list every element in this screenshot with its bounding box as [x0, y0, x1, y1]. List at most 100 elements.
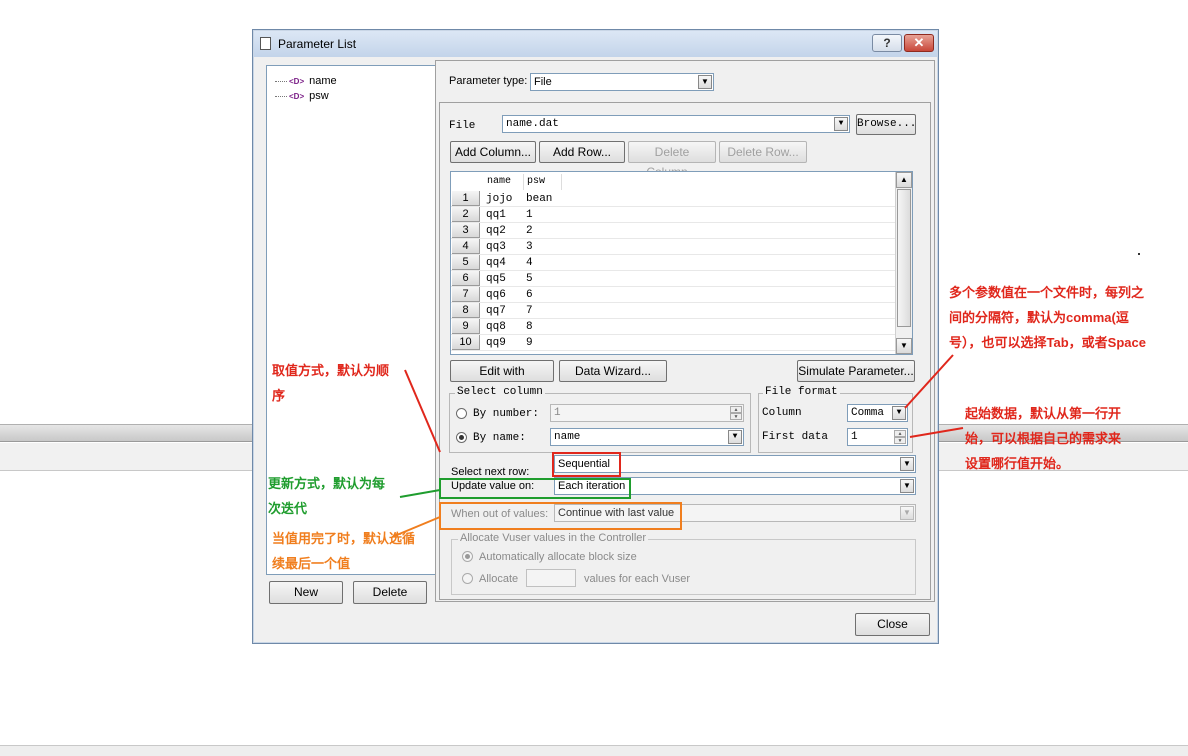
scroll-down-icon[interactable]: ▼ [896, 338, 912, 354]
by-number-value: 1 [554, 407, 561, 419]
cell-name[interactable]: qq3 [486, 239, 506, 255]
title-bar[interactable]: Parameter List ? ✕ [254, 31, 937, 57]
table-row[interactable]: 3 qq2 2 [451, 223, 895, 239]
simulate-parameter-button[interactable]: Simulate Parameter... [797, 360, 915, 382]
document-icon [260, 37, 271, 50]
parameter-icon: <D> [289, 76, 305, 86]
parameter-type-value: File [534, 76, 552, 88]
first-data-spinner[interactable]: 1 ▲ ▼ [847, 428, 908, 446]
spin-down-icon[interactable]: ▼ [894, 437, 906, 444]
chevron-down-icon[interactable]: ▼ [900, 457, 914, 471]
scroll-thumb[interactable] [897, 189, 911, 327]
chevron-down-icon[interactable]: ▼ [900, 479, 914, 493]
spin-up-icon[interactable]: ▲ [894, 430, 906, 437]
cell-psw[interactable]: 7 [526, 303, 533, 319]
cell-psw[interactable]: 9 [526, 335, 533, 351]
by-name-value: name [554, 431, 581, 443]
cell-name[interactable]: qq5 [486, 271, 506, 287]
add-row-button[interactable]: Add Row... [539, 141, 625, 163]
file-path-select[interactable]: name.dat ▼ [502, 115, 850, 133]
table-row[interactable]: 9 qq8 8 [451, 319, 895, 335]
cell-name[interactable]: qq9 [486, 335, 506, 351]
tree-item-label: psw [309, 90, 329, 102]
background-status-bar [0, 745, 1188, 756]
manual-allocate-radio[interactable] [462, 573, 473, 584]
chevron-down-icon[interactable]: ▼ [900, 506, 914, 520]
first-data-label: First data [762, 431, 829, 443]
table-row[interactable]: 6 qq5 5 [451, 271, 895, 287]
allocate-suffix-label: values for each Vuser [584, 573, 690, 585]
cell-psw[interactable]: 3 [526, 239, 533, 255]
by-number-spinner[interactable]: 1 ▲ ▼ [550, 404, 744, 422]
cell-name[interactable]: jojo [486, 191, 512, 207]
cell-name[interactable]: qq4 [486, 255, 506, 271]
scroll-up-icon[interactable]: ▲ [896, 172, 912, 188]
cell-psw[interactable]: 6 [526, 287, 533, 303]
row-number: 10 [452, 335, 480, 350]
parameter-type-select[interactable]: File ▼ [530, 73, 714, 91]
first-data-value: 1 [851, 431, 858, 443]
cell-psw[interactable]: 2 [526, 223, 533, 239]
edit-with-notepad-button[interactable]: Edit with Notepad... [450, 360, 554, 398]
chevron-down-icon[interactable]: ▼ [698, 75, 712, 89]
close-window-button[interactable]: ✕ [904, 34, 934, 52]
chevron-down-icon[interactable]: ▼ [728, 430, 742, 444]
close-button[interactable]: Close [855, 613, 930, 636]
chevron-down-icon[interactable]: ▼ [892, 406, 906, 420]
table-row[interactable]: 8 qq7 7 [451, 303, 895, 319]
allocate-legend: Allocate Vuser values in the Controller [458, 532, 649, 544]
browse-button[interactable]: Browse... [856, 114, 916, 135]
cell-name[interactable]: qq1 [486, 207, 506, 223]
select-next-row-label: Select next row: [451, 466, 530, 478]
spin-down-icon[interactable]: ▼ [730, 413, 742, 420]
cell-name[interactable]: qq2 [486, 223, 506, 239]
data-grid[interactable]: name psw 1 jojo bean 2 qq1 1 3 qq2 2 4 qq3 3 5 qq… [450, 171, 913, 355]
delete-button[interactable]: Delete [353, 581, 427, 604]
cell-name[interactable]: qq8 [486, 319, 506, 335]
row-number: 8 [452, 303, 480, 318]
file-format-legend: File format [763, 386, 840, 398]
cell-psw[interactable]: 8 [526, 319, 533, 335]
add-column-button[interactable]: Add Column... [450, 141, 536, 163]
cell-psw[interactable]: 5 [526, 271, 533, 287]
table-row[interactable]: 10 qq9 9 [451, 335, 895, 351]
row-number: 1 [452, 191, 480, 206]
column-delimiter-select[interactable]: Comma ▼ [847, 404, 908, 422]
cell-psw[interactable]: 4 [526, 255, 533, 271]
auto-allocate-radio[interactable] [462, 551, 473, 562]
annotation-box-next-row [552, 452, 621, 477]
grid-scrollbar[interactable]: ▲ ▼ [895, 172, 912, 354]
help-button[interactable]: ? [872, 34, 902, 52]
by-number-radio[interactable] [456, 408, 467, 419]
cell-psw[interactable]: 1 [526, 207, 533, 223]
table-row[interactable]: 2 qq1 1 [451, 207, 895, 223]
auto-allocate-label: Automatically allocate block size [479, 551, 637, 563]
file-path-value: name.dat [506, 118, 559, 130]
column-label: Column [762, 407, 802, 419]
by-name-label: By name: [473, 432, 526, 444]
new-button[interactable]: New [269, 581, 343, 604]
file-label: File [449, 120, 476, 132]
table-row[interactable]: 7 qq6 6 [451, 287, 895, 303]
table-row[interactable]: 5 qq4 4 [451, 255, 895, 271]
data-wizard-button[interactable]: Data Wizard... [559, 360, 667, 382]
cell-name[interactable]: qq6 [486, 287, 506, 303]
spin-up-icon[interactable]: ▲ [730, 406, 742, 413]
manual-allocate-label: Allocate [479, 573, 519, 585]
cell-psw[interactable]: bean [526, 191, 552, 207]
tree-item-psw[interactable]: <D> psw [275, 89, 329, 103]
table-row[interactable]: 4 qq3 3 [451, 239, 895, 255]
allocate-count-input[interactable] [526, 569, 576, 587]
table-row[interactable]: 1 jojo bean [451, 191, 895, 207]
by-name-radio[interactable] [456, 432, 467, 443]
allocate-group [451, 539, 916, 595]
delete-row-button[interactable]: Delete Row... [719, 141, 807, 163]
chevron-down-icon[interactable]: ▼ [834, 117, 848, 131]
by-name-select[interactable]: name ▼ [550, 428, 744, 446]
cell-name[interactable]: qq7 [486, 303, 506, 319]
tree-item-name[interactable]: <D> name [275, 74, 337, 88]
annotation-box-out-of-values [439, 502, 682, 530]
delete-column-button[interactable]: Delete Column... [628, 141, 716, 179]
row-number: 4 [452, 239, 480, 254]
parameter-type-label: Parameter type: [449, 75, 528, 87]
